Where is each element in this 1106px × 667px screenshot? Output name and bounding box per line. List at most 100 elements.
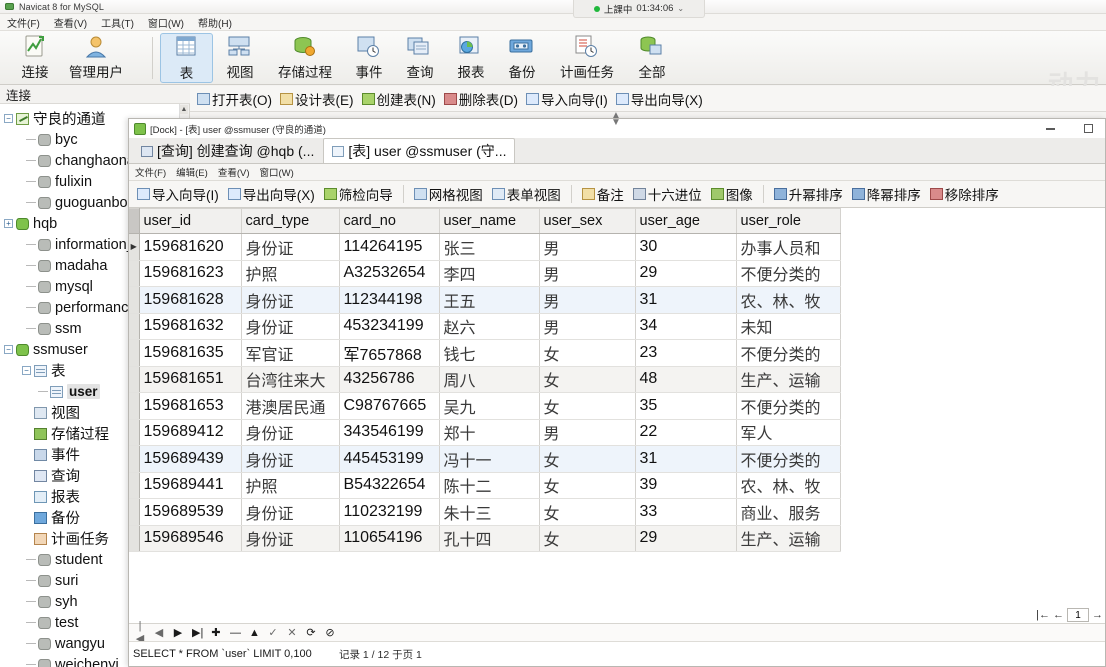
cell-card_type[interactable]: 身份证: [241, 233, 340, 261]
table-row[interactable]: 159681623 护照 A32532654 李四 男 29 不便分类的: [129, 260, 841, 287]
cell-user_sex[interactable]: 男: [539, 233, 636, 261]
menu-tools[interactable]: 工具(T): [99, 14, 136, 31]
last-record-icon[interactable]: ▶|: [192, 626, 203, 639]
tree-node-user-table[interactable]: user: [38, 381, 100, 402]
tree-node-suri[interactable]: suri: [14, 570, 78, 591]
data-grid[interactable]: user_id card_type card_no user_name user…: [129, 208, 841, 552]
cell-user_age[interactable]: 35: [635, 392, 737, 420]
delete-table-button[interactable]: 删除表(D): [441, 88, 521, 110]
toolbar-table[interactable]: 表: [160, 33, 213, 83]
toolbar-report[interactable]: 报表: [446, 33, 496, 83]
cell-card_no[interactable]: 110654196: [339, 525, 440, 552]
cell-user_age[interactable]: 31: [635, 286, 737, 314]
tree-node-madaha[interactable]: madaha: [14, 255, 107, 276]
cell-user_sex[interactable]: 男: [539, 313, 636, 340]
cell-card_no[interactable]: 112344198: [339, 286, 440, 314]
tree-node-procedures-folder[interactable]: 存储过程: [22, 423, 109, 444]
data-grid-container[interactable]: user_id card_type card_no user_name user…: [129, 208, 1105, 643]
sort-asc-button[interactable]: 升幂排序: [770, 183, 847, 205]
toolbar-schedule[interactable]: 计画任务: [548, 33, 626, 83]
table-row[interactable]: 159689439 身份证 445453199 冯十一 女 31 不便分类的: [129, 445, 841, 473]
cell-card_type[interactable]: 身份证: [241, 286, 340, 314]
table-row[interactable]: ▶ 159681620 身份证 114264195 张三 男 30 办事人员和: [129, 233, 841, 261]
toolbar-procedure[interactable]: 存储过程: [266, 33, 344, 83]
cell-user_id[interactable]: 159689539: [139, 498, 242, 526]
tree-node-information-schema[interactable]: information_: [14, 234, 135, 255]
scroll-up-arrow[interactable]: ▲: [180, 105, 188, 114]
image-button[interactable]: 图像: [707, 183, 757, 205]
stop-icon[interactable]: ⊘: [325, 626, 335, 639]
toolbar-manage-users[interactable]: 管理用户: [56, 33, 136, 83]
table-row[interactable]: 159681653 港澳居民通 C98767665 吴九 女 35 不便分类的: [129, 392, 841, 420]
cell-card_type[interactable]: 身份证: [241, 445, 340, 473]
window-splitter-grip[interactable]: ▲ ▼: [611, 111, 621, 128]
cell-user_sex[interactable]: 女: [539, 498, 636, 526]
tree-node-syh[interactable]: syh: [14, 591, 78, 612]
form-view-button[interactable]: 表单视图: [488, 183, 565, 205]
add-record-icon[interactable]: ✚: [211, 626, 221, 639]
cell-user_age[interactable]: 30: [635, 233, 737, 261]
column-header-user_age[interactable]: user_age: [635, 208, 737, 234]
tree-node-hqb[interactable]: + hqb: [4, 213, 57, 234]
cell-user_role[interactable]: 不便分类的: [736, 260, 841, 287]
cell-card_type[interactable]: 身份证: [241, 498, 340, 526]
cell-user_role[interactable]: 农、林、牧: [736, 472, 841, 499]
design-table-button[interactable]: 设计表(E): [277, 88, 357, 110]
next-record-icon[interactable]: ▶: [173, 626, 183, 639]
toolbar-query[interactable]: 查询: [395, 33, 445, 83]
cell-user_name[interactable]: 王五: [439, 286, 540, 314]
cell-user_sex[interactable]: 女: [539, 339, 636, 367]
cell-card_no[interactable]: 43256786: [339, 366, 440, 393]
cancel-change-icon[interactable]: ✕: [287, 626, 297, 639]
page-number-input[interactable]: 1: [1067, 607, 1089, 622]
cell-user_role[interactable]: 不便分类的: [736, 392, 841, 420]
cell-user_id[interactable]: 159681635: [139, 339, 242, 367]
tree-node-student[interactable]: student: [14, 549, 103, 570]
cell-user_name[interactable]: 陈十二: [439, 472, 540, 499]
export-wizard-button[interactable]: 导出向导(X): [613, 88, 706, 110]
tree-node-fulixin[interactable]: fulixin: [14, 171, 92, 192]
cell-user_role[interactable]: 未知: [736, 313, 841, 340]
cell-card_no[interactable]: C98767665: [339, 392, 440, 420]
tab-query-create[interactable]: [查询] 创建查询 @hqb (...: [132, 138, 323, 163]
cell-user_sex[interactable]: 男: [539, 260, 636, 287]
cell-user_age[interactable]: 23: [635, 339, 737, 367]
menu-help[interactable]: 帮助(H): [196, 14, 234, 31]
cell-user_role[interactable]: 生产、运输: [736, 366, 841, 393]
cell-user_sex[interactable]: 女: [539, 445, 636, 473]
cell-card_no[interactable]: 445453199: [339, 445, 440, 473]
cell-user_sex[interactable]: 男: [539, 286, 636, 314]
child-menu-view[interactable]: 查看(V): [218, 165, 250, 179]
menu-window[interactable]: 窗口(W): [146, 14, 186, 31]
cell-user_id[interactable]: 159681620: [139, 233, 242, 261]
memo-button[interactable]: 备注: [578, 183, 628, 205]
cell-card_type[interactable]: 军官证: [241, 339, 340, 367]
import-wizard-button[interactable]: 导入向导(I): [133, 183, 223, 205]
cell-card_no[interactable]: A32532654: [339, 260, 440, 287]
cell-card_type[interactable]: 港澳居民通: [241, 392, 340, 420]
cell-user_name[interactable]: 赵六: [439, 313, 540, 340]
expand-toggle-icon[interactable]: −: [22, 366, 31, 375]
minimize-button[interactable]: [1031, 119, 1069, 138]
hex-button[interactable]: 十六进位: [629, 183, 706, 205]
first-page-icon[interactable]: |←: [1036, 609, 1050, 621]
cell-card_type[interactable]: 护照: [241, 260, 340, 287]
cell-card_type[interactable]: 身份证: [241, 419, 340, 446]
cell-card_type[interactable]: 护照: [241, 472, 340, 499]
delete-record-icon[interactable]: —: [230, 627, 241, 639]
cell-user_id[interactable]: 159681632: [139, 313, 242, 340]
child-menu-edit[interactable]: 编辑(E): [176, 165, 208, 179]
tree-node-root[interactable]: − 守良的通道: [4, 108, 106, 129]
tree-node-wangyu[interactable]: wangyu: [14, 633, 105, 654]
cell-user_id[interactable]: 159681628: [139, 286, 242, 314]
cell-user_role[interactable]: 农、林、牧: [736, 286, 841, 314]
grid-view-button[interactable]: 网格视图: [410, 183, 487, 205]
tree-node-queries-folder[interactable]: 查询: [22, 465, 80, 486]
cell-user_id[interactable]: 159681623: [139, 260, 242, 287]
cell-card_no[interactable]: B54322654: [339, 472, 440, 499]
cell-user_age[interactable]: 31: [635, 445, 737, 473]
sort-desc-button[interactable]: 降幂排序: [848, 183, 925, 205]
table-row[interactable]: 159689441 护照 B54322654 陈十二 女 39 农、林、牧: [129, 472, 841, 499]
cell-user_age[interactable]: 33: [635, 498, 737, 526]
cell-user_id[interactable]: 159681653: [139, 392, 242, 420]
